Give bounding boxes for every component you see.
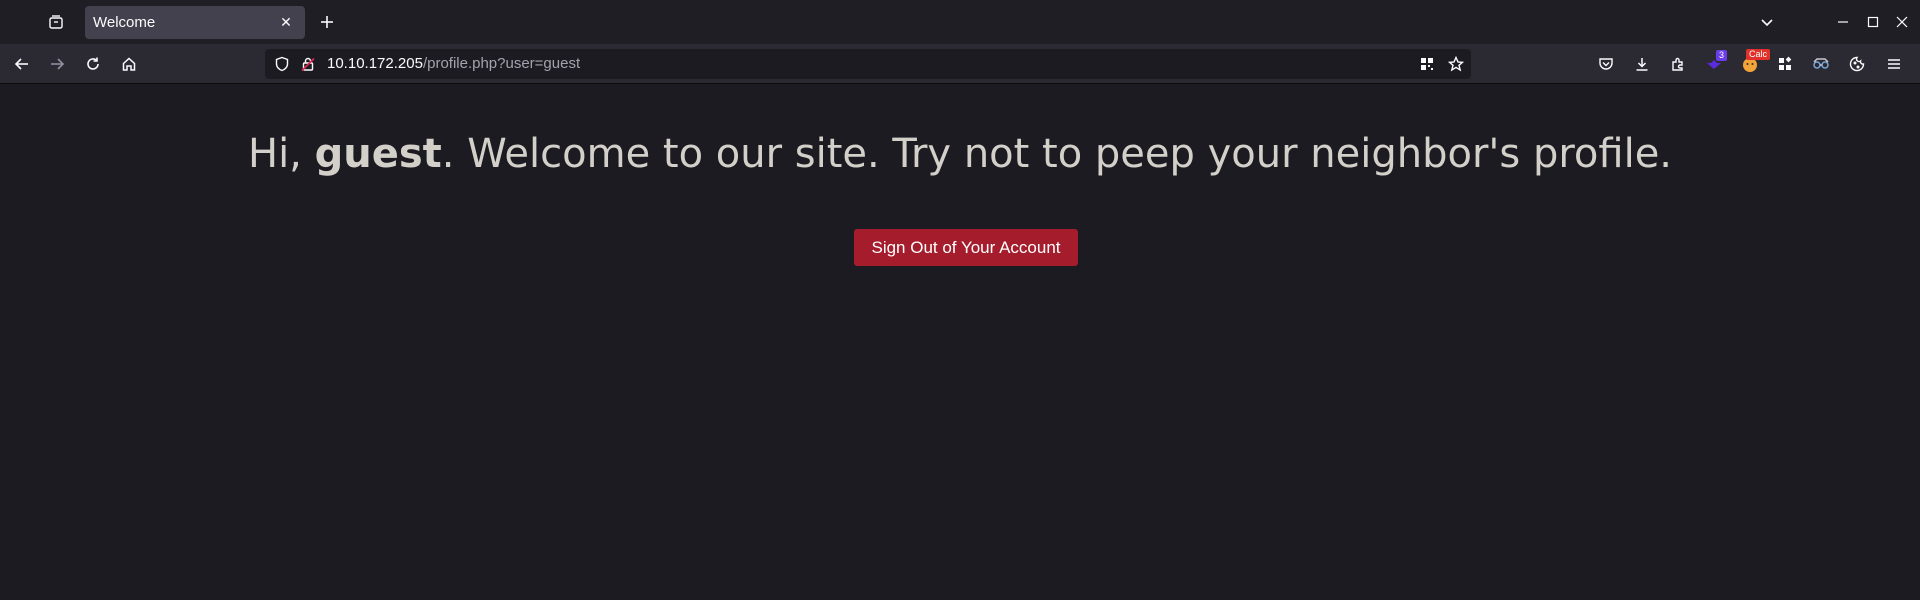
extensions-icon[interactable] (1666, 52, 1690, 76)
welcome-heading: Hi, guest. Welcome to our site. Try not … (0, 131, 1920, 177)
tab-title: Welcome (93, 14, 156, 31)
glasses-extension-icon[interactable] (1809, 52, 1833, 76)
tab-list-icon[interactable] (44, 10, 68, 34)
maximize-icon[interactable] (1861, 10, 1885, 34)
greeting-suffix: . Welcome to our site. Try not to peep y… (441, 131, 1673, 177)
tab-welcome[interactable]: Welcome ✕ (85, 6, 305, 39)
lock-insecure-icon[interactable] (298, 54, 318, 74)
url-host: 10.10.172.205 (327, 55, 423, 72)
sign-out-button[interactable]: Sign Out of Your Account (854, 229, 1078, 266)
extension-badge: 3 (1716, 50, 1728, 61)
close-icon[interactable]: ✕ (277, 14, 295, 32)
hamburger-menu-icon[interactable] (1882, 52, 1906, 76)
plus-icon[interactable] (315, 10, 339, 34)
url-bar[interactable]: 10.10.172.205/profile.php?user=guest (265, 49, 1471, 79)
shield-icon[interactable] (272, 54, 292, 74)
page-content: Hi, guest. Welcome to our site. Try not … (0, 85, 1920, 600)
forward-arrow-icon[interactable] (45, 52, 69, 76)
cookie-extension-icon[interactable] (1845, 52, 1869, 76)
calc-badge: Calc (1746, 49, 1771, 60)
grid-extension-icon[interactable] (1773, 52, 1797, 76)
minimize-icon[interactable] (1831, 10, 1855, 34)
reload-icon[interactable] (81, 52, 105, 76)
username: guest (314, 131, 442, 177)
purple-extension-icon[interactable]: 3 (1702, 50, 1728, 76)
bookmark-star-icon[interactable] (1446, 54, 1466, 74)
back-arrow-icon[interactable] (10, 52, 34, 76)
download-icon[interactable] (1630, 52, 1654, 76)
navigation-toolbar: 10.10.172.205/profile.php?user=guest 3 C… (0, 44, 1920, 84)
window-close-icon[interactable] (1890, 10, 1914, 34)
url-text: 10.10.172.205/profile.php?user=guest (327, 55, 580, 72)
url-path: /profile.php?user=guest (422, 55, 581, 72)
qr-code-icon[interactable] (1417, 54, 1437, 74)
home-icon[interactable] (117, 52, 141, 76)
chevron-down-icon[interactable] (1755, 10, 1779, 34)
calc-extension-icon[interactable]: Calc (1738, 49, 1771, 76)
pocket-icon[interactable] (1594, 52, 1618, 76)
greeting-prefix: Hi, (247, 131, 315, 177)
tab-strip: Welcome ✕ (0, 0, 1920, 44)
